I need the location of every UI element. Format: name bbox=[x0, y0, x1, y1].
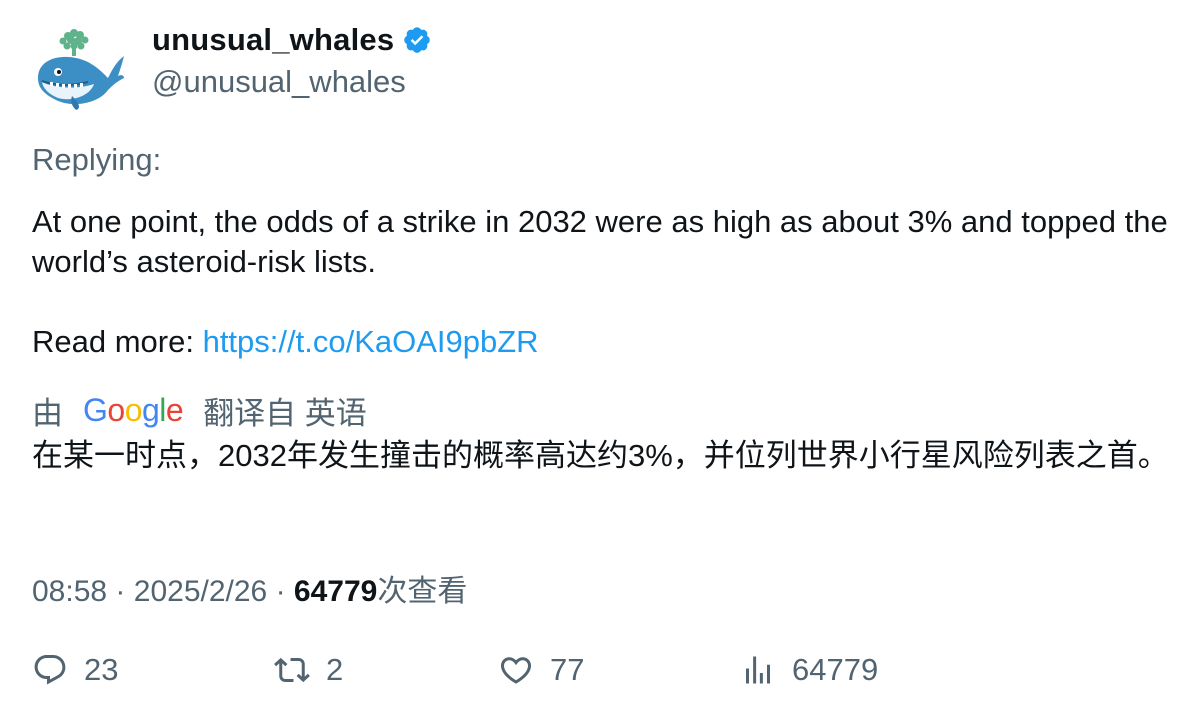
retweet-count: 2 bbox=[326, 652, 344, 687]
retweet-icon bbox=[274, 657, 310, 683]
views-count: 64779 bbox=[293, 575, 378, 608]
retweet-button[interactable]: 2 bbox=[274, 652, 343, 688]
verified-badge-icon bbox=[404, 27, 431, 53]
tweet-actions: 23 2 77 64779 bbox=[0, 648, 1196, 696]
translated-text: 在某一时点，2032年发生撞击的概率高达约3%，并位列世界小行星风险列表之首。 bbox=[32, 438, 1169, 473]
google-logo: Google bbox=[83, 392, 184, 428]
read-more-label: Read more: bbox=[32, 324, 203, 359]
replying-label: Replying: bbox=[32, 142, 162, 177]
meta-separator: · bbox=[115, 575, 126, 608]
tweet-date[interactable]: 2025/2/26 bbox=[134, 575, 267, 608]
translated-from-label: 翻译自 英语 bbox=[203, 396, 367, 431]
views-chart-icon bbox=[746, 656, 770, 684]
whale-avatar-icon bbox=[38, 29, 124, 110]
read-more-line: Read more: https://t.co/KaOAI9pbZR bbox=[32, 322, 1172, 362]
reply-icon bbox=[34, 655, 66, 685]
meta-separator: · bbox=[275, 575, 286, 608]
tweet-text: At one point, the odds of a strike in 20… bbox=[32, 202, 1172, 362]
heart-icon bbox=[500, 657, 532, 684]
like-count: 77 bbox=[550, 652, 585, 687]
reply-button[interactable]: 23 bbox=[32, 652, 118, 688]
translation-attribution[interactable]: 由 Google 翻译自 英语 bbox=[32, 388, 367, 433]
views-label: 次查看 bbox=[377, 575, 468, 608]
tweet-time[interactable]: 08:58 bbox=[32, 575, 107, 608]
views-action-count: 64779 bbox=[792, 652, 879, 687]
tweet-text-body: At one point, the odds of a strike in 20… bbox=[32, 204, 1168, 279]
reply-count: 23 bbox=[84, 652, 119, 687]
views-button[interactable]: 64779 bbox=[740, 652, 878, 688]
tweet-link[interactable]: https://t.co/KaOAI9pbZR bbox=[203, 324, 539, 359]
avatar[interactable] bbox=[32, 26, 126, 112]
translated-by-label: 由 bbox=[32, 396, 63, 431]
author-name-row[interactable]: unusual_whales bbox=[152, 22, 432, 58]
author-handle[interactable]: @unusual_whales bbox=[152, 64, 406, 100]
author-name[interactable]: unusual_whales bbox=[152, 22, 394, 58]
like-button[interactable]: 77 bbox=[498, 652, 584, 688]
tweet-meta: 08:58 · 2025/2/26 · 64779次查看 bbox=[32, 566, 467, 610]
